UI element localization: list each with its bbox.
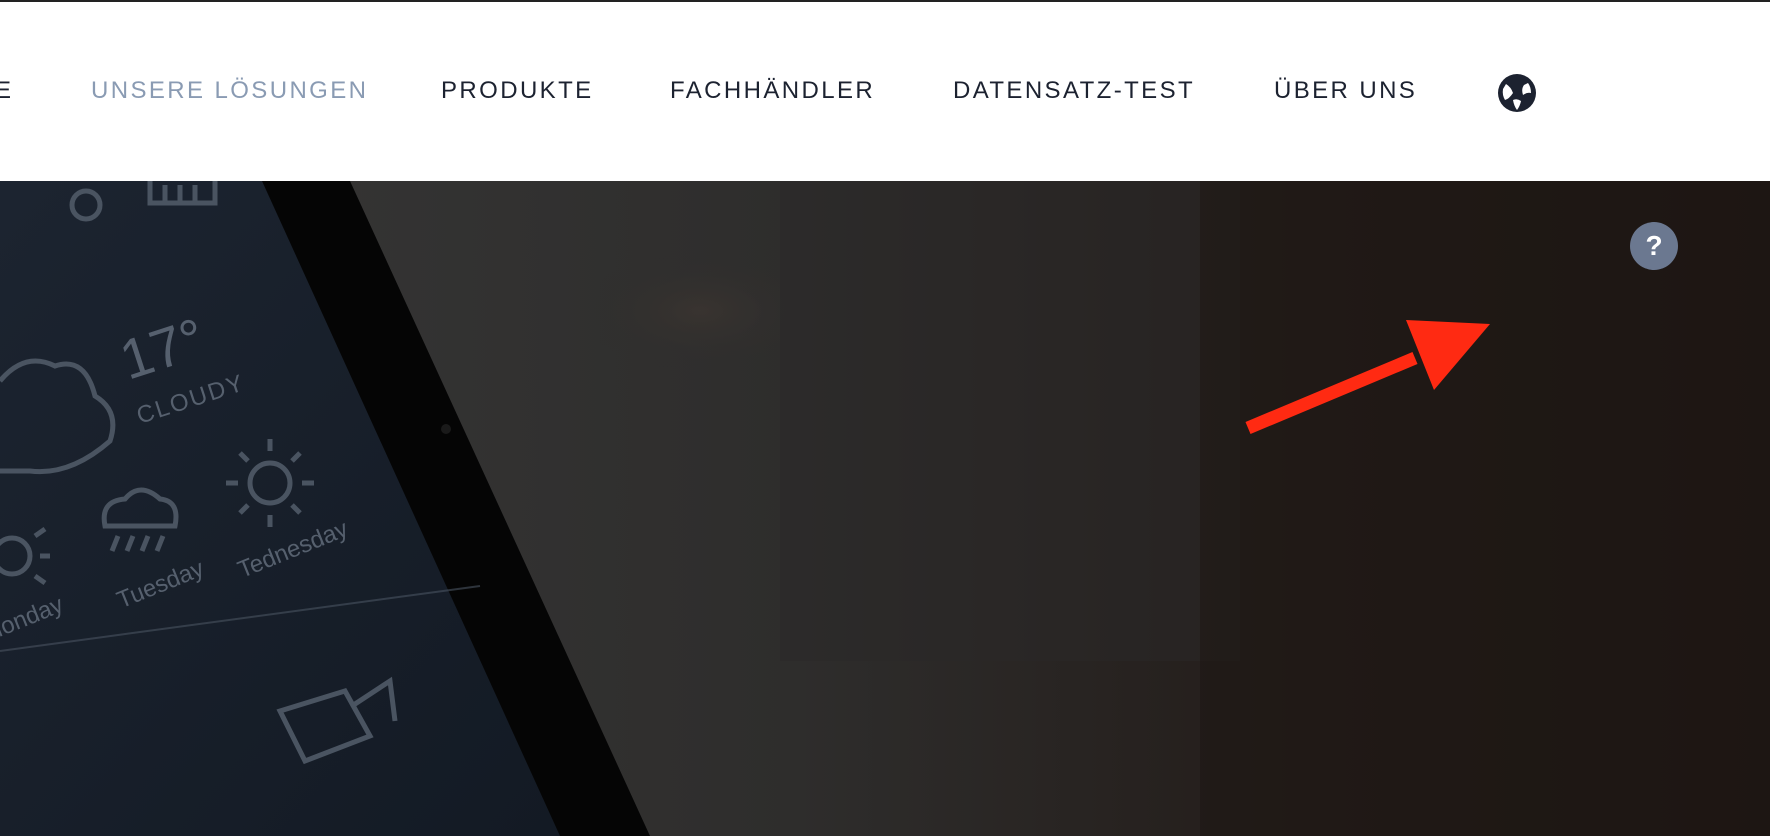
nav-item-unsere-loesungen[interactable]: UNSERE LÖSUNGEN — [91, 77, 368, 105]
globe-icon[interactable] — [1497, 73, 1537, 113]
nav-item-truncated[interactable]: E — [0, 77, 13, 105]
nav-item-datensatz-test[interactable]: DATENSATZ-TEST — [953, 77, 1195, 105]
nav-item-produkte[interactable]: PRODUKTE — [441, 77, 594, 105]
nav-item-ueber-uns[interactable]: ÜBER UNS — [1274, 77, 1417, 105]
nav-item-fachhaendler[interactable]: FACHHÄNDLER — [670, 77, 875, 105]
main-navigation: E UNSERE LÖSUNGEN PRODUKTE FACHHÄNDLER D… — [0, 2, 1770, 181]
hero-image: 17° CLOUDY Monday Tuesday Tednesday — [0, 181, 1770, 836]
annotation-arrow-icon — [1245, 320, 1490, 434]
hero-background — [0, 181, 1770, 836]
help-button[interactable]: ? — [1630, 222, 1678, 270]
